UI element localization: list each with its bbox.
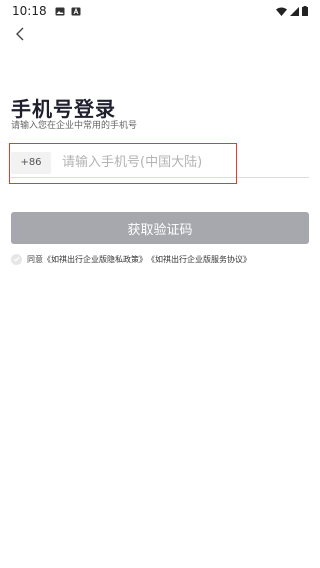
page-subtitle: 请输入您在企业中常用的手机号 — [11, 121, 138, 131]
status-right-icons — [276, 6, 308, 16]
service-agreement-link[interactable]: 《如祺出行企业版服务协议》 — [147, 254, 251, 265]
phone-input[interactable] — [62, 155, 282, 170]
agreement-prefix: 同意 — [27, 254, 43, 264]
text-a-icon — [71, 7, 81, 15]
wifi-icon — [276, 7, 287, 16]
check-icon — [13, 256, 20, 262]
status-time: 10:18 — [12, 4, 47, 18]
country-code-selector[interactable]: +86 — [11, 151, 51, 174]
status-bar: 10:18 — [0, 0, 320, 22]
privacy-policy-link[interactable]: 《如祺出行企业版隐私政策》 — [43, 254, 147, 265]
image-icon — [55, 7, 65, 15]
back-button[interactable] — [8, 22, 32, 46]
get-code-button[interactable]: 获取验证码 — [11, 212, 309, 244]
chevron-left-icon — [16, 27, 24, 41]
status-left-icons — [55, 7, 81, 16]
agree-checkbox[interactable] — [11, 253, 22, 265]
phone-input-row: +86 — [11, 148, 309, 178]
agreement-row: 同意 《如祺出行企业版隐私政策》 《如祺出行企业版服务协议》 — [11, 252, 311, 266]
signal-icon — [290, 6, 299, 16]
battery-icon — [302, 6, 308, 16]
